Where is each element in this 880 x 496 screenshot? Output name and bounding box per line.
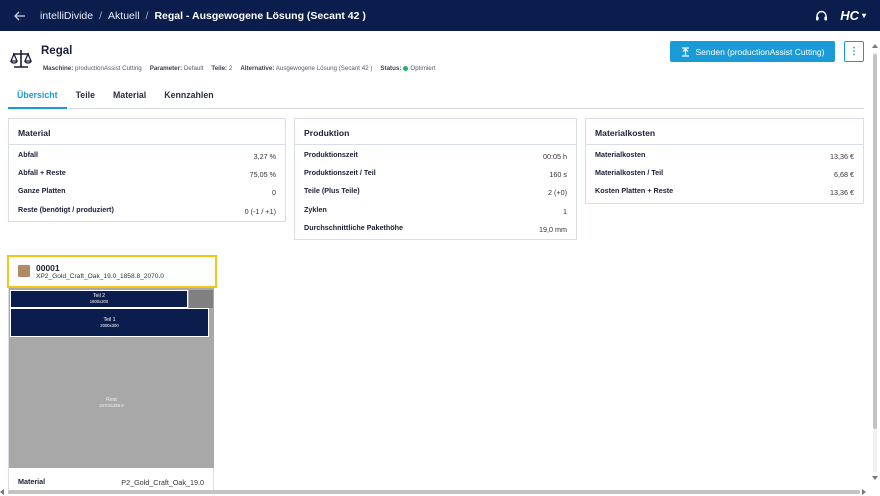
stat-row: Produktionszeit 00:05 h [304, 150, 567, 161]
stat-row: Kosten Platten + Reste 13,36 € [595, 186, 854, 198]
meta-alternative: Alternative: Ausgewogene Lösung (Secant … [240, 65, 373, 72]
stat-row: Produktionszeit / Teil 160 s [304, 168, 567, 180]
production-card: Produktion Produktionszeit 00:05 h Produk… [294, 118, 577, 240]
stat-row: Zyklen 1 [304, 204, 567, 216]
scroll-thumb[interactable] [873, 54, 877, 429]
status-dot-icon [403, 65, 409, 71]
meta-status: Status: Optimiert [380, 65, 436, 72]
more-vertical-icon: ⋮ [849, 46, 859, 57]
job-metadata: Maschine: productionAssist Cutting Param… [43, 65, 436, 72]
more-options-button[interactable]: ⋮ [844, 41, 864, 62]
scroll-thumb[interactable] [8, 490, 860, 494]
breadcrumb-separator: / [145, 9, 149, 22]
part-teil-1[interactable]: Teil 1 2000x300 [10, 308, 209, 337]
plate-material-code: XP2_Gold_Craft_Oak_19.0_1858.8_2070.0 [36, 273, 164, 280]
arrow-left-icon [14, 11, 25, 20]
breadcrumb-app[interactable]: intelliDivide [40, 10, 93, 22]
material-swatch [18, 265, 30, 277]
send-button-label: Senden (productionAssist Cutting) [695, 46, 825, 57]
scale-icon [10, 50, 32, 68]
scroll-left-icon[interactable] [0, 489, 4, 495]
stat-row: Materialkosten 13,36 € [595, 150, 854, 161]
plate-header[interactable]: 00001 XP2_Gold_Craft_Oak_19.0_1858.8_207… [7, 255, 217, 288]
stat-row: Teile (Plus Teile) 2 (+0) [304, 186, 567, 198]
stat-row: Materialkosten / Teil 6,68 € [595, 168, 854, 180]
scroll-right-icon[interactable] [862, 489, 866, 495]
upload-icon [681, 46, 689, 57]
waste-strip [189, 290, 213, 308]
footer-label: Material [18, 477, 46, 486]
part-teil-2[interactable]: Teil 2 1800x200 [10, 290, 188, 308]
meta-parts: Teile: 2 [211, 65, 233, 72]
meta-parameter: Parameter: Default [149, 65, 204, 72]
offcut-rest[interactable]: Rest 2070x1356.8 [10, 340, 213, 468]
stat-row: Durchschnittliche Pakethöhe 19,0 mm [304, 222, 567, 234]
cutting-plan-card[interactable]: 00001 XP2_Gold_Craft_Oak_19.0_1858.8_207… [7, 255, 217, 494]
card-title: Materialkosten [586, 119, 863, 145]
scroll-down-icon[interactable] [872, 476, 878, 480]
breadcrumb-separator: / [99, 9, 103, 22]
plate-id: 00001 [36, 263, 60, 273]
scroll-up-icon[interactable] [872, 44, 878, 48]
stat-row: Ganze Platten 0 [18, 186, 276, 198]
stat-row: Abfall + Reste 75,05 % [18, 168, 276, 180]
chevron-down-icon: ▾ [861, 11, 866, 20]
footer-value: P2_Gold_Craft_Oak_19.0 [121, 478, 204, 487]
tab-kennzahlen[interactable]: Kennzahlen [155, 86, 222, 109]
breadcrumb-current: Regal - Ausgewogene Lösung (Secant 42 ) [154, 9, 366, 22]
stat-row: Reste (benötigt / produziert) 0 (-1 / +1) [18, 204, 276, 216]
status-badge: Optimiert [410, 65, 436, 72]
page-header: Regal Maschine: productionAssist Cutting… [10, 40, 865, 80]
back-button[interactable] [0, 0, 40, 31]
cutting-layout[interactable]: Teil 2 1800x200 Teil 1 2000x300 Rest 207… [9, 288, 214, 468]
tab-uebersicht[interactable]: Übersicht [8, 86, 67, 109]
breadcrumb-aktuell[interactable]: Aktuell [108, 10, 140, 22]
breadcrumb: intelliDivide / Aktuell / Regal - Ausgew… [40, 10, 366, 22]
tab-bar: Übersicht Teile Material Kennzahlen [8, 86, 864, 109]
tab-teile[interactable]: Teile [67, 86, 104, 109]
tab-material[interactable]: Material [104, 86, 155, 109]
vertical-scrollbar[interactable] [872, 44, 878, 484]
account-menu[interactable]: HC ▾ [840, 8, 866, 23]
horizontal-scrollbar[interactable] [0, 489, 868, 495]
top-navigation-bar: intelliDivide / Aktuell / Regal - Ausgew… [0, 0, 880, 31]
material-costs-card: Materialkosten Materialkosten 13,36 € Mat… [585, 118, 864, 204]
send-to-machine-button[interactable]: Senden (productionAssist Cutting) [670, 41, 835, 62]
material-card: Material Abfall 3,27 % Abfall + Reste 75,0… [8, 118, 286, 222]
page-title: Regal [41, 45, 73, 57]
company-logo: HC [840, 8, 859, 23]
card-title: Material [9, 119, 285, 145]
meta-machine: Maschine: productionAssist Cutting [43, 65, 142, 72]
stat-row: Abfall 3,27 % [18, 150, 276, 161]
headset-icon[interactable] [815, 10, 828, 22]
card-title: Produktion [295, 119, 576, 145]
